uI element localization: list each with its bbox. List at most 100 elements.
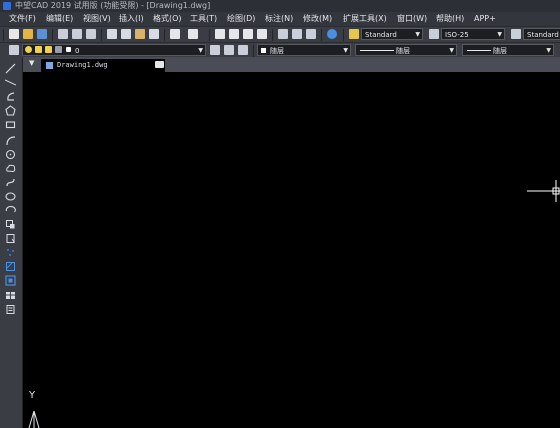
ellipse-icon[interactable]	[5, 191, 16, 202]
ucs-y-label: Y	[29, 390, 36, 401]
redo-icon[interactable]	[188, 29, 198, 39]
layer-on-icon	[25, 46, 32, 53]
insert-block-icon[interactable]	[5, 219, 16, 230]
chevron-down-icon: ▼	[415, 31, 420, 38]
window-title: 中望CAD 2019 试用版 (功能受限) - [Drawing1.dwg]	[15, 1, 211, 10]
dim-style-value: ISO-25	[445, 31, 469, 39]
region-icon[interactable]	[5, 275, 16, 286]
hatch-icon[interactable]	[5, 261, 16, 272]
table-style-select[interactable]: Standard	[523, 28, 560, 40]
help-icon[interactable]	[327, 29, 337, 39]
tab-menu-chevron-icon[interactable]: ▼	[29, 59, 34, 67]
circle-icon[interactable]	[5, 149, 16, 160]
linetype-select[interactable]: 随层 ▼	[355, 44, 457, 56]
text-style-value: Standard	[365, 31, 397, 39]
spline-icon[interactable]	[5, 177, 16, 188]
polygon-icon[interactable]	[5, 105, 16, 116]
menu-dimension[interactable]: 标注(N)	[265, 12, 293, 26]
menu-modify[interactable]: 修改(M)	[303, 12, 332, 26]
chevron-down-icon: ▼	[546, 47, 551, 54]
print-icon[interactable]	[58, 29, 68, 39]
color-swatch	[261, 48, 266, 53]
layer-manager-icon[interactable]	[9, 45, 19, 55]
title-bar: 中望CAD 2019 试用版 (功能受限) - [Drawing1.dwg]	[0, 0, 560, 12]
pan-icon[interactable]	[215, 29, 225, 39]
revision-cloud-icon[interactable]	[5, 163, 16, 174]
make-current-layer-icon[interactable]	[210, 45, 220, 55]
undo-icon[interactable]	[170, 29, 180, 39]
paste-icon[interactable]	[135, 29, 145, 39]
polyline-icon[interactable]	[5, 91, 16, 102]
point-icon[interactable]	[5, 247, 16, 258]
menu-extensions[interactable]: 扩展工具(X)	[343, 12, 387, 26]
zoom-realtime-icon[interactable]	[229, 29, 239, 39]
app-logo-icon	[3, 2, 11, 10]
layer-value: 0	[75, 47, 80, 55]
menu-bar: 文件(F) 编辑(E) 视图(V) 插入(I) 格式(O) 工具(T) 绘图(D…	[0, 12, 560, 26]
linetype-sample	[360, 50, 394, 51]
menu-window[interactable]: 窗口(W)	[397, 12, 427, 26]
table-icon[interactable]	[5, 290, 16, 301]
layer-select[interactable]: 0 ▼	[22, 44, 206, 56]
lineweight-value: 随层	[493, 47, 507, 55]
menu-help[interactable]: 帮助(H)	[436, 12, 464, 26]
menu-view[interactable]: 视图(V)	[83, 12, 111, 26]
save-icon[interactable]	[37, 29, 47, 39]
match-properties-icon[interactable]	[149, 29, 159, 39]
layer-previous-icon[interactable]	[224, 45, 234, 55]
layer-plot-icon	[55, 46, 62, 53]
menu-tools[interactable]: 工具(T)	[190, 12, 217, 26]
publish-icon[interactable]	[86, 29, 96, 39]
drawing-file-icon	[46, 62, 53, 69]
arc-icon[interactable]	[5, 135, 16, 146]
open-folder-icon[interactable]	[23, 29, 33, 39]
chevron-down-icon: ▼	[497, 31, 502, 38]
draw-toolbar	[0, 57, 23, 428]
menu-edit[interactable]: 编辑(E)	[46, 12, 73, 26]
color-select[interactable]: 随层 ▼	[257, 44, 351, 56]
menu-app-plus[interactable]: APP+	[474, 12, 496, 26]
chevron-down-icon: ▼	[449, 47, 454, 54]
layer-state-icon[interactable]	[238, 45, 248, 55]
menu-draw[interactable]: 绘图(D)	[227, 12, 255, 26]
text-style-icon	[349, 29, 359, 39]
toolbar-grip	[3, 29, 4, 41]
tab-label: Drawing1.dwg	[57, 61, 108, 69]
menu-insert[interactable]: 插入(I)	[119, 12, 144, 26]
xline-icon[interactable]	[5, 77, 16, 88]
layers-toolbar: 0 ▼ 随层 ▼ 随层 ▼ 随层 ▼	[0, 42, 560, 58]
crosshair-cursor-icon	[527, 180, 560, 202]
layer-lock-icon	[45, 46, 52, 53]
ellipse-arc-icon[interactable]	[5, 205, 16, 216]
dim-style-icon	[429, 29, 439, 39]
multiline-text-icon[interactable]	[5, 304, 16, 315]
table-style-icon	[511, 29, 521, 39]
print-preview-icon[interactable]	[72, 29, 82, 39]
make-block-icon[interactable]	[5, 233, 16, 244]
lineweight-select[interactable]: 随层 ▼	[462, 44, 554, 56]
zoom-window-icon[interactable]	[243, 29, 253, 39]
ucs-icon	[28, 410, 40, 428]
copy-icon[interactable]	[121, 29, 131, 39]
line-icon[interactable]	[5, 63, 16, 74]
dim-style-select[interactable]: ISO-25 ▼	[441, 28, 505, 40]
properties-icon[interactable]	[278, 29, 288, 39]
text-style-select[interactable]: Standard ▼	[361, 28, 423, 40]
layer-freeze-icon	[35, 46, 42, 53]
linetype-value: 随层	[396, 47, 410, 55]
drawing-canvas[interactable]: Y	[23, 72, 560, 428]
zoom-previous-icon[interactable]	[257, 29, 267, 39]
cut-icon[interactable]	[107, 29, 117, 39]
design-center-icon[interactable]	[292, 29, 302, 39]
menu-file[interactable]: 文件(F)	[9, 12, 36, 26]
rectangle-icon[interactable]	[5, 119, 16, 130]
chevron-down-icon: ▼	[198, 47, 203, 54]
chevron-down-icon: ▼	[343, 47, 348, 54]
tab-drawing1[interactable]: Drawing1.dwg ✕	[41, 59, 165, 72]
new-file-icon[interactable]	[9, 29, 19, 39]
menu-format[interactable]: 格式(O)	[153, 12, 182, 26]
lineweight-sample	[467, 50, 491, 51]
new-tab-icon[interactable]	[155, 61, 164, 68]
tool-palette-icon[interactable]	[306, 29, 316, 39]
document-tab-bar: ▼ Drawing1.dwg ✕	[23, 57, 560, 72]
